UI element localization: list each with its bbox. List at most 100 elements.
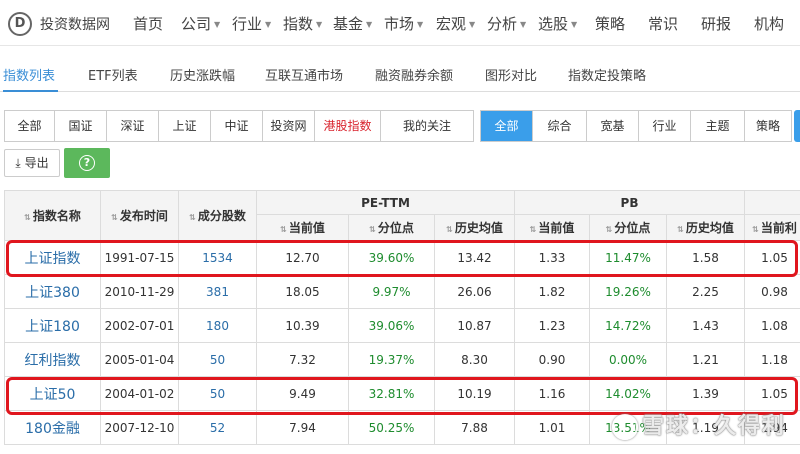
sub-tab[interactable]: 历史涨跌幅 [170,65,235,84]
group-header-next [744,190,800,215]
filter-button[interactable]: 深证 [107,111,159,141]
col-header-next-current[interactable]: ⇅ 当前利 [744,214,800,241]
nav-item[interactable]: 行业 ▼ [232,13,271,34]
help-button[interactable]: ? [64,148,110,178]
site-logo-icon[interactable]: D [8,12,32,36]
col-header-date[interactable]: ⇅ 发布时间 [100,190,179,241]
nav-item[interactable]: 基金 ▼ [333,13,372,34]
watermark: 雪球：久得利 [612,408,786,440]
nav-item[interactable]: 机构 [754,13,784,34]
cell-pb-percentile: 19.26% [589,274,668,309]
nav-item[interactable]: 选股 ▼ [538,13,577,34]
cell-pe-current: 7.32 [256,342,349,377]
filter-button[interactable]: 我的关注 [381,111,473,141]
filter-button[interactable]: 投资网 [263,111,315,141]
cell-pb-current: 0.90 [514,342,591,377]
cell-next-current: 1.18 [744,342,800,377]
cell-index-name[interactable]: 上证180 [4,308,101,343]
cell-index-name[interactable]: 上证380 [4,274,101,309]
table-row: 上证180 2002-07-01 180 10.39 39.06% 10.87 1.23 14… [4,308,800,343]
col-header-pb-average[interactable]: ⇅ 历史均值 [666,214,746,241]
cell-pe-percentile: 9.97% [348,274,435,309]
cell-index-name[interactable]: 红利指数 [4,342,101,377]
cell-next-current: 1.08 [744,308,800,343]
export-label: 导出 [24,156,49,170]
col-header-name[interactable]: ⇅ 指数名称 [4,190,101,241]
source-filter-group: 全部 国证 深证 上证 中证 投资网 港股指数 我的关注 [4,110,474,142]
overflow-filter-button[interactable] [794,110,800,142]
sub-tab[interactable]: 融资融券余额 [375,65,453,84]
nav-item-label: 研报 [701,15,732,33]
cell-index-name[interactable]: 180金融 [4,410,101,445]
filter-button[interactable]: 港股指数 [315,111,381,141]
nav-item[interactable]: 研报 [701,13,731,34]
cell-pb-current: 1.23 [514,308,591,343]
nav-item-label: 策略 [595,15,626,33]
sub-tab[interactable]: 图形对比 [485,65,537,84]
filter-button[interactable]: 主题 [691,111,745,141]
filter-button[interactable]: 策略 [745,111,791,141]
nav-item[interactable]: 宏观 ▼ [436,13,475,34]
filter-button[interactable]: 全部 [5,111,55,141]
nav-item[interactable]: 指数 ▼ [283,13,322,34]
col-header-pe-average[interactable]: ⇅ 历史均值 [433,214,516,241]
group-header-pe: PE-TTM [255,190,516,215]
cell-constituent-count[interactable]: 180 [178,308,257,343]
nav-item[interactable]: 首页 [133,13,163,34]
table-row: 红利指数 2005-01-04 50 7.32 19.37% 8.30 0.90 0.00% 1… [4,342,800,377]
nav-item-label: 常识 [648,15,679,33]
question-circle-icon: ? [79,155,95,171]
nav-item-label: 宏观 [436,15,467,33]
sub-tab[interactable]: 指数列表 [3,65,55,84]
caret-down-icon: ▼ [520,20,527,29]
filter-button[interactable]: 国证 [55,111,107,141]
sub-tab[interactable]: ETF列表 [88,65,138,84]
nav-item-label: 市场 [384,15,415,33]
site-name[interactable]: 投资数据网 [40,14,110,34]
cell-pe-average: 10.87 [433,308,516,343]
group-header-pb: PB [514,190,746,215]
caret-down-icon: ▼ [469,20,476,29]
col-header-pb-current[interactable]: ⇅ 当前值 [514,214,591,241]
cell-constituent-count[interactable]: 50 [178,342,257,377]
filter-button[interactable]: 综合 [533,111,587,141]
cell-publish-date: 2005-01-04 [100,342,179,377]
caret-down-icon: ▼ [417,20,424,29]
cell-pb-average: 2.25 [666,274,746,309]
filter-button[interactable]: 行业 [639,111,691,141]
col-header-pb-percentile[interactable]: ⇅ 分位点 [589,214,668,241]
nav-item[interactable]: 公司 ▼ [181,13,220,34]
col-header-count[interactable]: ⇅ 成分股数 [178,190,257,241]
cell-publish-date: 2002-07-01 [100,308,179,343]
cell-publish-date: 2010-11-29 [100,274,179,309]
active-tab-underline [3,90,58,92]
sub-tab[interactable]: 互联互通市场 [265,65,343,84]
filter-button[interactable]: 全部 [481,111,533,141]
filter-button[interactable]: 上证 [159,111,211,141]
col-header-pe-percentile[interactable]: ⇅ 分位点 [348,214,435,241]
caret-down-icon: ▼ [265,20,272,29]
cell-pe-average: 7.88 [433,410,516,445]
filter-button[interactable]: 中证 [211,111,263,141]
nav-item[interactable]: 分析 ▼ [487,13,526,34]
nav-item[interactable]: 策略 [595,13,625,34]
cell-pe-current: 10.39 [256,308,349,343]
nav-item[interactable]: 常识 [648,13,678,34]
filter-button[interactable]: 宽基 [587,111,639,141]
cell-pb-average: 1.43 [666,308,746,343]
cell-pe-average: 26.06 [433,274,516,309]
caret-down-icon: ▼ [366,20,373,29]
sub-tab[interactable]: 指数定投策略 [568,65,646,84]
download-icon: ⤓ [15,156,21,170]
cell-pb-current: 1.82 [514,274,591,309]
export-button[interactable]: ⤓ 导出 [4,149,60,177]
highlight-box-row-1 [6,240,798,277]
nav-item[interactable]: 市场 ▼ [384,13,423,34]
cell-constituent-count[interactable]: 52 [178,410,257,445]
cell-constituent-count[interactable]: 381 [178,274,257,309]
nav-item-label: 分析 [487,15,518,33]
cell-pe-percentile: 39.06% [348,308,435,343]
nav-item-label: 机构 [754,15,785,33]
col-header-pe-current[interactable]: ⇅ 当前值 [256,214,349,241]
cell-pe-current: 18.05 [256,274,349,309]
